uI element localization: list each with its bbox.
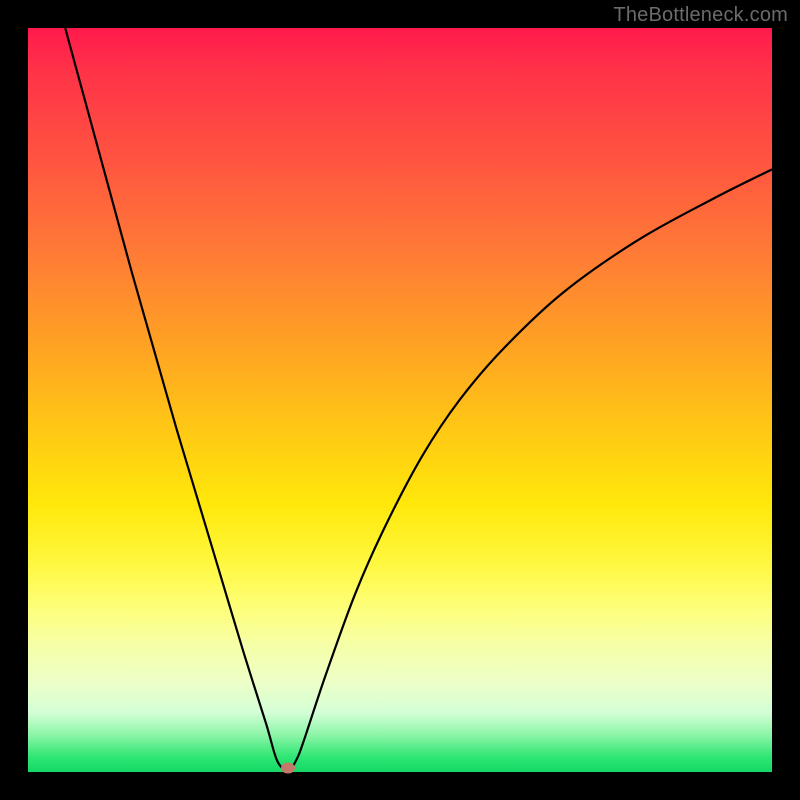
watermark-text: TheBottleneck.com: [613, 4, 788, 27]
optimal-marker: [281, 763, 295, 774]
curve-path: [65, 28, 772, 771]
bottleneck-curve: [28, 28, 772, 772]
plot-area: [28, 28, 772, 772]
chart-frame: TheBottleneck.com: [0, 0, 800, 800]
